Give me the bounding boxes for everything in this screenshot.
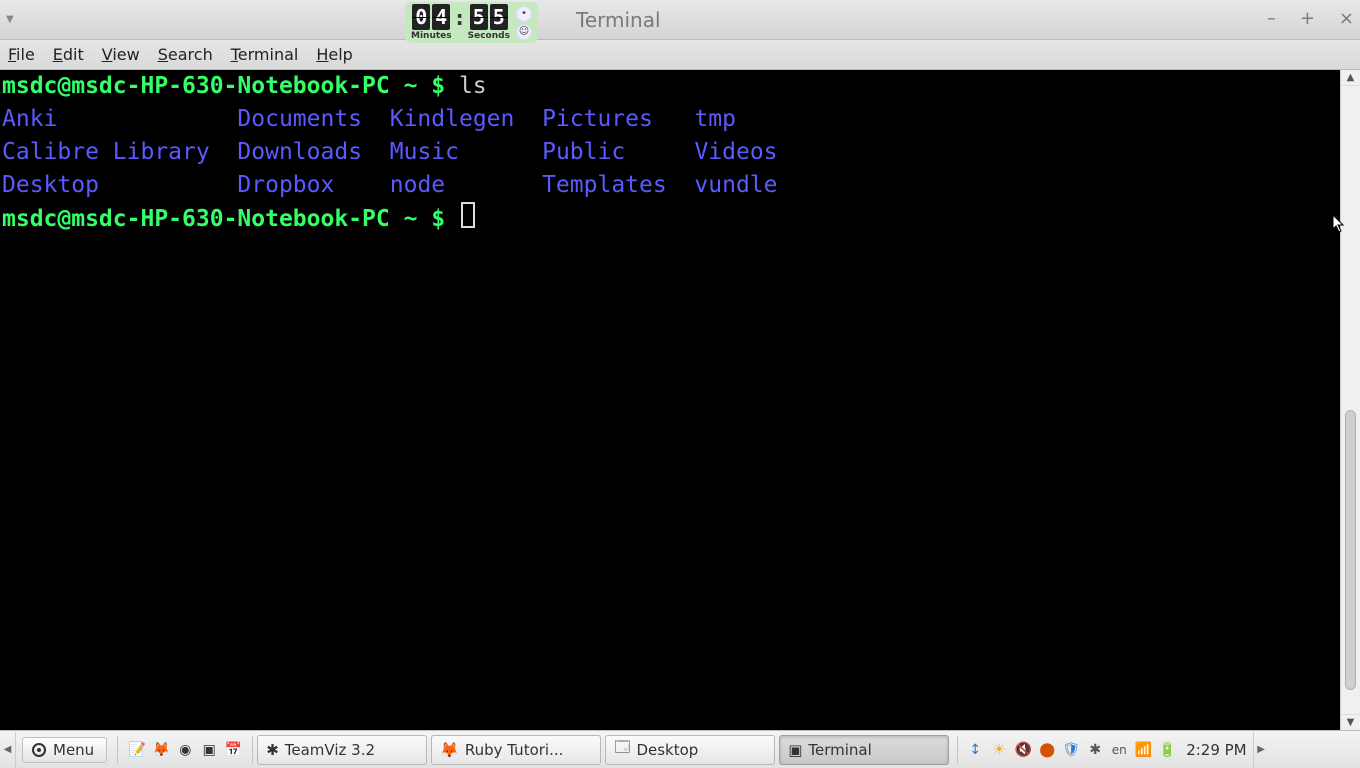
menu-terminal[interactable]: Terminal xyxy=(231,45,299,64)
firefox-icon: 🦊 xyxy=(440,741,459,759)
timer-digit: 4 xyxy=(432,4,450,30)
terminal-icon: ▣ xyxy=(788,741,802,759)
taskbar-window-terminal[interactable]: ▣ Terminal xyxy=(779,735,949,765)
taskbar-window-label: Terminal xyxy=(808,741,871,759)
menu-bar: File Edit View Search Terminal Help xyxy=(0,40,1360,70)
music-icon[interactable]: ◉ xyxy=(174,739,196,761)
terminal-pane: msdc@msdc-HP-630-Notebook-PC ~ $ ls Anki… xyxy=(0,70,1360,730)
dropbox-icon[interactable]: ↕ xyxy=(966,741,984,759)
timer-digit: 5 xyxy=(470,4,488,30)
desktop-icon: 🗔 xyxy=(614,737,630,762)
terminal-output[interactable]: msdc@msdc-HP-630-Notebook-PC ~ $ ls Anki… xyxy=(0,70,1340,730)
quicklaunch-tray: 📝🦊◉▣📅 xyxy=(122,739,248,761)
taskbar: ◀ Menu 📝🦊◉▣📅 ✱TeamViz 3.2🦊Ruby Tutori...… xyxy=(0,730,1360,768)
taskbar-scroll-left-icon[interactable]: ◀ xyxy=(0,732,16,768)
window-controls: – + × xyxy=(1267,8,1354,29)
menu-help[interactable]: Help xyxy=(316,45,352,64)
scrollbar-thumb[interactable] xyxy=(1345,410,1356,690)
timer-minutes: 0 4 Minutes xyxy=(411,4,452,41)
clock[interactable]: 2:29 PM xyxy=(1180,741,1252,759)
timer-colon: : xyxy=(456,6,464,30)
gear-icon xyxy=(31,742,47,758)
close-button[interactable]: × xyxy=(1339,8,1354,29)
scrollbar-up-icon[interactable]: ▲ xyxy=(1341,70,1360,86)
taskbar-window-label: TeamViz 3.2 xyxy=(285,741,375,759)
network-indicator-icon[interactable]: ⬤ xyxy=(1038,741,1056,759)
notes-icon[interactable]: 📝 xyxy=(126,739,148,761)
calendar-icon[interactable]: 📅 xyxy=(222,739,244,761)
title-bar: ▼ 0 4 Minutes : 5 5 Seconds • ☺ Terminal… xyxy=(0,0,1360,40)
weather-icon[interactable]: ☀ xyxy=(990,741,1008,759)
taskbar-window-desktop[interactable]: 🗔 Desktop xyxy=(605,735,775,765)
timer-seconds: 5 5 Seconds xyxy=(468,4,510,41)
taskbar-scroll-right-icon[interactable]: ▶ xyxy=(1253,732,1269,768)
maximize-button[interactable]: + xyxy=(1300,8,1315,29)
timer-digit: 0 xyxy=(412,4,430,30)
start-menu-button[interactable]: Menu xyxy=(22,737,107,763)
terminal-icon[interactable]: ▣ xyxy=(198,739,220,761)
timer-label-seconds: Seconds xyxy=(468,31,510,41)
firefox-icon[interactable]: 🦊 xyxy=(150,739,172,761)
timer-digit: 5 xyxy=(490,4,508,30)
taskbar-window-label: Desktop xyxy=(636,741,698,759)
start-menu-label: Menu xyxy=(53,741,94,759)
battery-icon[interactable]: 🔋 xyxy=(1158,741,1176,759)
window-list: ✱ TeamViz 3.2 🦊 Ruby Tutori... 🗔 Desktop ▣ Term… xyxy=(257,735,953,765)
system-tray: ↕ ☀ 🔇 ⬤ 🛡 ✱ en 📶 🔋 xyxy=(962,741,1180,759)
taskbar-window-teamviz[interactable]: ✱ TeamViz 3.2 xyxy=(257,735,427,765)
menu-view[interactable]: View xyxy=(102,45,140,64)
menu-edit[interactable]: Edit xyxy=(53,45,84,64)
pomodoro-timer-widget[interactable]: 0 4 Minutes : 5 5 Seconds • ☺ xyxy=(405,2,538,43)
teamviz-icon: ✱ xyxy=(266,741,279,759)
window-menu-dropdown-icon[interactable]: ▼ xyxy=(6,14,14,25)
taskbar-window-firefox[interactable]: 🦊 Ruby Tutori... xyxy=(431,735,601,765)
mute-icon[interactable]: 🔇 xyxy=(1014,741,1032,759)
timer-label-minutes: Minutes xyxy=(411,31,452,41)
minimize-button[interactable]: – xyxy=(1267,8,1276,29)
cellular-icon[interactable]: 📶 xyxy=(1134,741,1152,759)
menu-file[interactable]: File xyxy=(8,45,35,64)
scrollbar-down-icon[interactable]: ▼ xyxy=(1341,714,1360,730)
window-title: Terminal xyxy=(576,8,661,32)
taskbar-window-label: Ruby Tutori... xyxy=(465,741,564,759)
shield-icon[interactable]: 🛡 xyxy=(1062,741,1080,759)
bluetooth-icon[interactable]: ✱ xyxy=(1086,741,1104,759)
timer-mood-icon[interactable]: ☺ xyxy=(516,24,532,40)
scrollbar-vertical[interactable]: ▲ ▼ xyxy=(1340,70,1360,730)
menu-search[interactable]: Search xyxy=(158,45,213,64)
keyboard-layout-indicator[interactable]: en xyxy=(1110,741,1128,759)
timer-pause-icon[interactable]: • xyxy=(516,6,532,22)
